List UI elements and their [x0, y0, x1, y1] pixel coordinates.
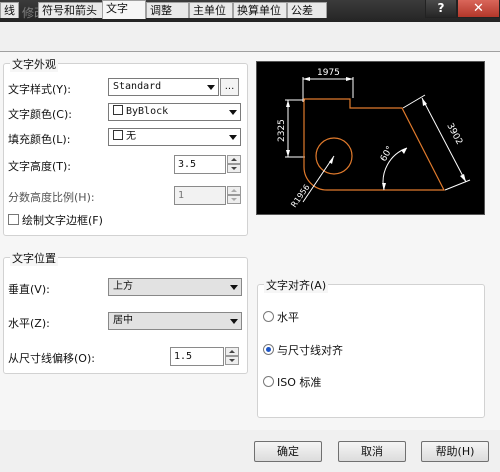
align-iso-label: ISO 标准 [277, 376, 322, 389]
arrow-down-icon [286, 150, 290, 157]
part-outline [303, 98, 445, 191]
align-with-dimline-label: 与尺寸线对齐 [277, 344, 343, 357]
right-ext-line-top [402, 94, 426, 109]
text-appearance-title: 文字外观 [10, 56, 58, 72]
draw-frame-checkbox[interactable] [8, 214, 19, 225]
radius-text: R1956 [289, 183, 311, 209]
fill-color-label: 填充颜色(L): [8, 133, 71, 146]
color-swatch-icon [113, 105, 123, 115]
fill-color-value: 无 [126, 131, 136, 142]
text-height-label: 文字高度(T): [8, 160, 72, 173]
fraction-height-label: 分数高度比例(H): [8, 191, 95, 204]
text-style-label: 文字样式(Y): [8, 83, 72, 96]
ok-button[interactable]: 确定 [254, 441, 322, 462]
text-placement-title: 文字位置 [10, 250, 58, 266]
close-button[interactable]: ✕ [457, 0, 500, 18]
text-alignment-title: 文字对齐(A) [264, 277, 329, 293]
horizontal-dropdown[interactable]: 居中 [108, 312, 242, 330]
arrow-down-icon [382, 183, 386, 190]
offset-stepper[interactable] [225, 347, 239, 366]
preview-drawing: 1975 2325 3902 60° R1956 [277, 68, 471, 209]
fill-color-dropdown[interactable]: 无 [108, 128, 241, 146]
text-color-value: ByBlock [126, 106, 169, 117]
arrow-up-icon [286, 100, 290, 107]
top-dim-text: 1975 [317, 68, 340, 78]
text-style-value: Standard [113, 81, 162, 92]
angle-text: 60° [379, 145, 396, 164]
help-button[interactable]: 帮助(H) [421, 441, 489, 462]
text-style-dropdown[interactable]: Standard [108, 78, 219, 96]
offset-label: 从尺寸线偏移(O): [8, 352, 95, 365]
text-color-label: 文字颜色(C): [8, 108, 72, 121]
tab-primary-units[interactable]: 主单位 [189, 2, 233, 18]
spin-down-icon[interactable] [225, 356, 239, 365]
text-style-browse-button[interactable]: ... [220, 78, 239, 96]
right-dim-text: 3902 [444, 122, 464, 147]
vertical-dropdown[interactable]: 上方 [108, 278, 242, 296]
dimension-preview: 1975 2325 3902 60° R1956 [256, 61, 485, 215]
align-iso-radio[interactable] [263, 376, 274, 387]
fraction-height-input[interactable]: 1 [174, 186, 226, 205]
spin-up-icon[interactable] [225, 347, 239, 356]
tab-lines[interactable]: 线 [0, 2, 19, 18]
spin-down-icon[interactable] [227, 164, 241, 173]
vertical-value: 上方 [113, 281, 133, 292]
chevron-down-icon [230, 319, 238, 324]
vertical-label: 垂直(V): [8, 283, 50, 296]
tab-text[interactable]: 文字 [102, 0, 146, 19]
fraction-height-stepper[interactable] [227, 186, 241, 205]
arrow-up-icon [422, 98, 427, 106]
chevron-down-icon [229, 110, 237, 115]
arrow-down-icon [460, 174, 466, 182]
text-height-input[interactable]: 3.5 [174, 155, 226, 174]
spin-up-icon[interactable] [227, 155, 241, 164]
arrow-right-icon [346, 77, 353, 81]
text-color-dropdown[interactable]: ByBlock [108, 103, 241, 121]
horizontal-value: 居中 [113, 315, 133, 326]
tab-fit[interactable]: 调整 [146, 2, 189, 18]
arrow-left-icon [303, 77, 310, 81]
help-title-button[interactable]: ? [425, 0, 457, 18]
horizontal-label: 水平(Z): [8, 317, 50, 330]
tab-tolerances[interactable]: 公差 [287, 2, 327, 18]
tab-symbols-arrows[interactable]: 符号和箭头 [38, 2, 103, 18]
align-horizontal-label: 水平 [277, 311, 299, 324]
chevron-down-icon [229, 135, 237, 140]
spin-down-icon[interactable] [227, 195, 241, 204]
left-dim-text: 2325 [277, 119, 287, 142]
tab-alternate-units[interactable]: 换算单位 [233, 2, 287, 18]
cancel-button[interactable]: 取消 [338, 441, 406, 462]
chevron-down-icon [230, 285, 238, 290]
align-with-dimline-radio[interactable] [263, 344, 274, 355]
offset-input[interactable]: 1.5 [170, 347, 224, 366]
color-swatch-icon [113, 130, 123, 140]
text-height-stepper[interactable] [227, 155, 241, 174]
chevron-down-icon [207, 85, 215, 90]
spin-up-icon[interactable] [227, 186, 241, 195]
align-horizontal-radio[interactable] [263, 311, 274, 322]
draw-frame-label: 绘制文字边框(F) [22, 214, 103, 227]
